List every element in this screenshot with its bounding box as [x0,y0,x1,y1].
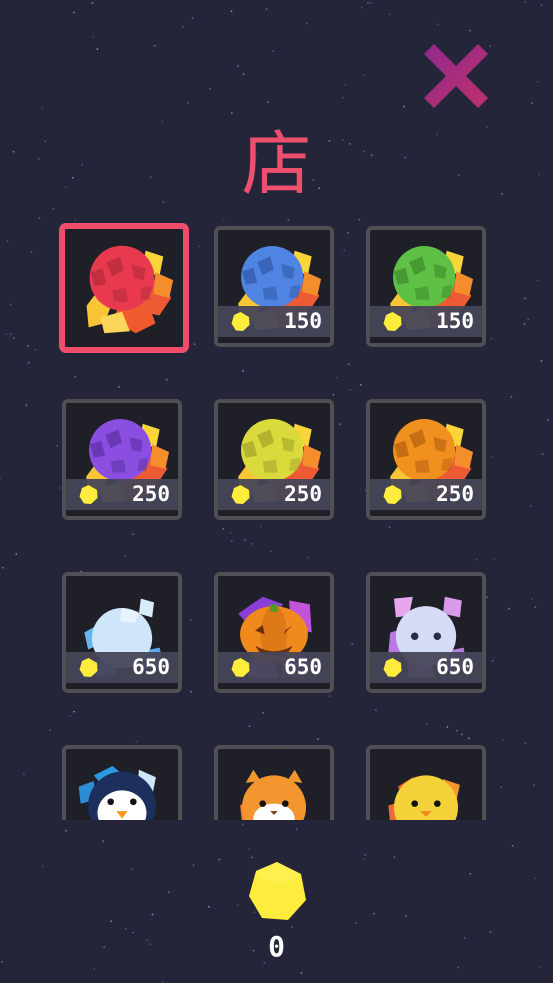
shop-item-pumpkin-ball[interactable]: 650 [214,572,334,693]
shop-item-ghost-ball[interactable]: 650 [366,572,486,693]
price-label: 650 [436,655,474,679]
price-label: 650 [284,655,322,679]
price-tag: 250 [218,479,330,510]
price-label: 650 [132,655,170,679]
coin-icon [231,312,250,331]
shop-item-green-ball[interactable]: 150 [366,226,486,347]
price-label: 250 [132,482,170,506]
coin-icon [231,485,250,504]
penguin-ball-icon [78,765,156,820]
page-title: 店 [241,123,312,205]
shop-item-yellow-ball[interactable]: 250 [214,399,334,520]
shop-grid[interactable]: 150 150 250 250 250 650 650 650 [0,218,553,820]
coin-icon [231,658,250,677]
coin-icon [383,485,402,504]
close-button[interactable] [420,40,492,112]
price-label: 250 [284,482,322,506]
price-label: 150 [436,309,474,333]
price-tag: 650 [66,652,178,683]
coin-icon [79,485,98,504]
price-tag: 150 [370,306,482,337]
shop-item-orange-ball[interactable]: 250 [366,399,486,520]
shop-item-blue-ball[interactable]: 150 [214,226,334,347]
price-tag: 150 [218,306,330,337]
price-tag: 250 [370,479,482,510]
coin-icon [79,658,98,677]
chick-ball-icon [388,775,460,820]
coin-icon [383,312,402,331]
red-ball-icon [86,245,174,334]
cat-ball-icon [240,769,307,820]
price-label: 150 [284,309,322,333]
price-tag: 250 [66,479,178,510]
price-tag: 650 [370,652,482,683]
coin-icon [249,862,306,920]
shop-item-purple-ball[interactable]: 250 [62,399,182,520]
price-tag: 650 [218,652,330,683]
price-label: 250 [436,482,474,506]
close-x-icon [424,44,488,108]
shop-item-red-ball[interactable] [59,223,189,353]
coin-icon [383,658,402,677]
shop-item-cat-ball[interactable] [214,745,334,820]
shop-item-chick-ball[interactable] [366,745,486,820]
shop-item-ice-ball[interactable]: 650 [62,572,182,693]
shop-item-penguin-ball[interactable] [62,745,182,820]
coin-balance: 0 [268,930,285,963]
